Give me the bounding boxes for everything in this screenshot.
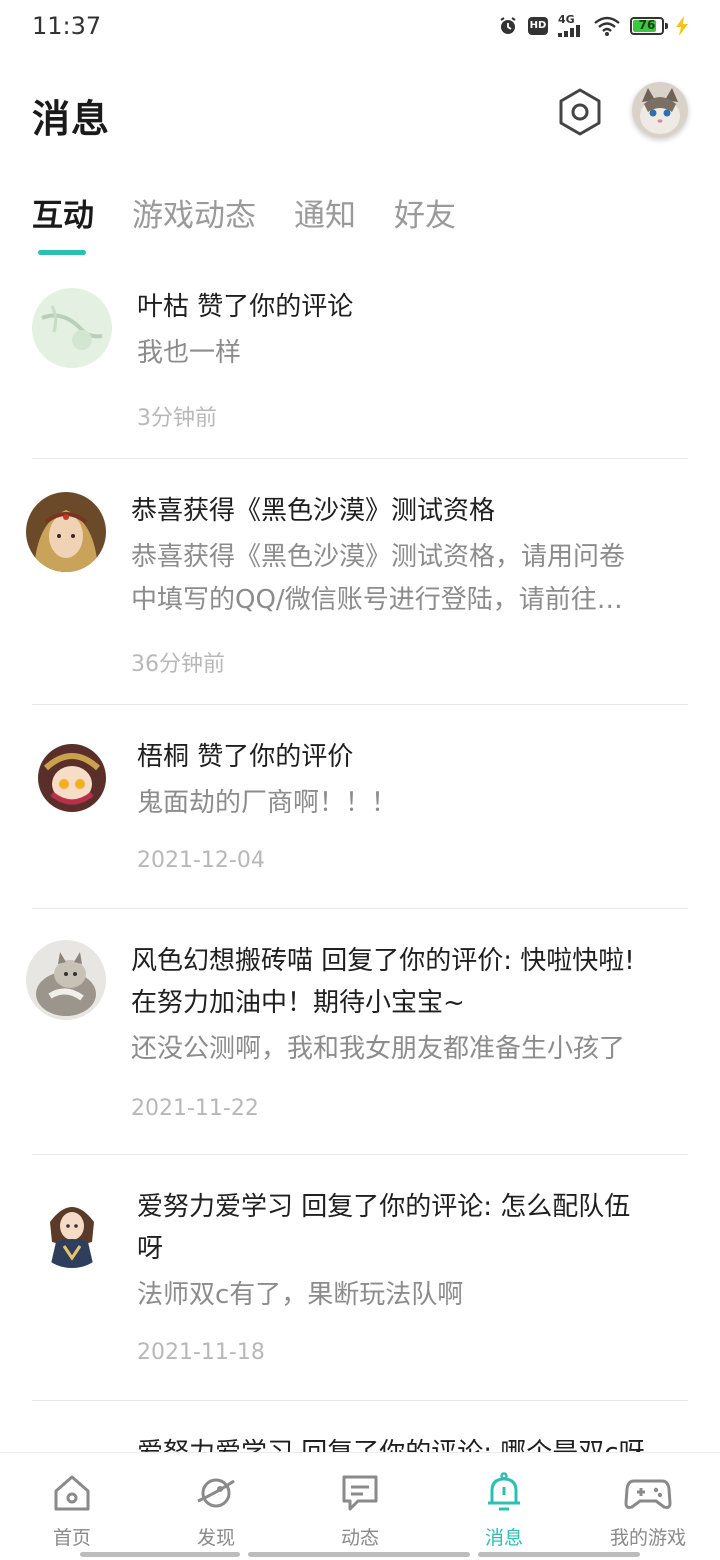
message-item[interactable]: 梧桐 赞了你的评价 鬼面劫的厂商啊！！！ 2021-12-04 — [0, 736, 720, 906]
divider — [32, 1154, 688, 1155]
cat-avatar-image — [632, 82, 688, 138]
battery-level: 76 — [638, 17, 656, 32]
bottom-nav: 首页 发现 动态 消息 我的游戏 — [0, 1452, 720, 1560]
message-time: 36分钟前 — [131, 652, 225, 677]
divider — [32, 1400, 688, 1401]
message-body: 还没公测啊，我和我女朋友都准备生小孩了 — [131, 1034, 626, 1064]
user-avatar[interactable] — [632, 82, 688, 138]
home-icon — [54, 1475, 90, 1511]
divider — [32, 458, 688, 459]
message-title-line1: 爱努力爱学习 回复了你的评论: 怎么配队伍 — [137, 1192, 631, 1222]
planet-icon — [197, 1478, 235, 1508]
bell-icon — [488, 1472, 520, 1511]
avatar — [26, 940, 106, 1020]
tab-notifications[interactable]: 通知 — [294, 190, 356, 260]
message-title: 叶枯 赞了你的评论 — [137, 292, 354, 322]
message-item[interactable]: 叶枯 赞了你的评论 我也一样 3分钟前 — [0, 280, 720, 460]
message-body: 鬼面劫的厂商啊！！！ — [137, 788, 398, 818]
message-body-line1: 恭喜获得《黑色沙漠》测试资格，请用问卷 — [131, 542, 626, 572]
nav-label: 消息 — [484, 1527, 523, 1549]
message-item[interactable]: 爱努力爱学习 回复了你的评论: 怎么配队伍 呀 法师双c有了，果断玩法队啊 20… — [0, 1186, 720, 1396]
nav-messages[interactable]: 消息 — [432, 1471, 576, 1550]
chat-icon — [342, 1475, 378, 1511]
tab-bar: 互动 游戏动态 通知 好友 — [32, 190, 494, 260]
message-time: 2021-11-22 — [131, 1096, 259, 1121]
message-time: 3分钟前 — [137, 406, 217, 431]
nav-label: 首页 — [52, 1527, 91, 1549]
status-bar: 11:37 HD 4G 76 — [0, 0, 720, 56]
settings-button[interactable] — [554, 86, 606, 138]
avatar — [32, 1188, 112, 1268]
nav-label: 我的游戏 — [609, 1527, 686, 1549]
nav-my-games[interactable]: 我的游戏 — [576, 1471, 720, 1550]
message-time: 2021-11-18 — [137, 1340, 265, 1365]
network-type: 4G — [558, 13, 575, 26]
status-time: 11:37 — [32, 12, 102, 40]
settings-hex-icon — [559, 88, 601, 136]
divider — [32, 704, 688, 705]
page-title: 消息 — [32, 97, 111, 141]
nav-label: 发现 — [196, 1527, 235, 1549]
message-title-line1: 风色幻想搬砖喵 回复了你的评价: 快啦快啦! — [131, 946, 635, 976]
charging-icon — [674, 15, 690, 36]
hd-icon: HD — [528, 16, 548, 35]
nav-home[interactable]: 首页 — [0, 1471, 144, 1550]
gamepad-icon — [624, 1479, 672, 1509]
message-body: 法师双c有了，果断玩法队啊 — [137, 1280, 464, 1310]
message-body: 我也一样 — [137, 338, 242, 368]
signal-icon: 4G — [558, 14, 584, 37]
avatar — [32, 738, 112, 818]
wifi-icon — [594, 16, 620, 36]
message-time: 2021-12-04 — [137, 848, 265, 873]
message-title-line2: 呀 — [137, 1234, 164, 1264]
alarm-icon — [498, 16, 518, 36]
nav-discover[interactable]: 发现 — [144, 1471, 288, 1550]
gesture-bar — [478, 1552, 640, 1557]
gesture-bar — [248, 1552, 470, 1557]
avatar — [26, 492, 106, 572]
divider — [32, 908, 688, 909]
message-item[interactable]: 风色幻想搬砖喵 回复了你的评价: 快啦快啦! 在努力加油中！期待小宝宝~ 还没公… — [0, 940, 720, 1150]
message-title-line2: 在努力加油中！期待小宝宝~ — [131, 988, 465, 1018]
message-body-line2: 中填写的QQ/微信账号进行登陆，请前往… — [131, 585, 623, 615]
avatar — [32, 288, 112, 368]
message-title: 梧桐 赞了你的评价 — [137, 742, 354, 772]
status-icons: HD 4G 76 — [498, 14, 690, 37]
message-title: 恭喜获得《黑色沙漠》测试资格 — [131, 496, 496, 526]
nav-feed[interactable]: 动态 — [288, 1471, 432, 1550]
gesture-bar — [80, 1552, 240, 1557]
message-item[interactable]: 恭喜获得《黑色沙漠》测试资格 恭喜获得《黑色沙漠》测试资格，请用问卷 中填写的Q… — [0, 490, 720, 700]
tab-active-indicator — [38, 250, 86, 255]
battery-icon: 76 — [630, 16, 668, 35]
tab-game-news[interactable]: 游戏动态 — [132, 190, 256, 260]
tab-friends[interactable]: 好友 — [394, 190, 456, 260]
nav-label: 动态 — [340, 1527, 379, 1549]
